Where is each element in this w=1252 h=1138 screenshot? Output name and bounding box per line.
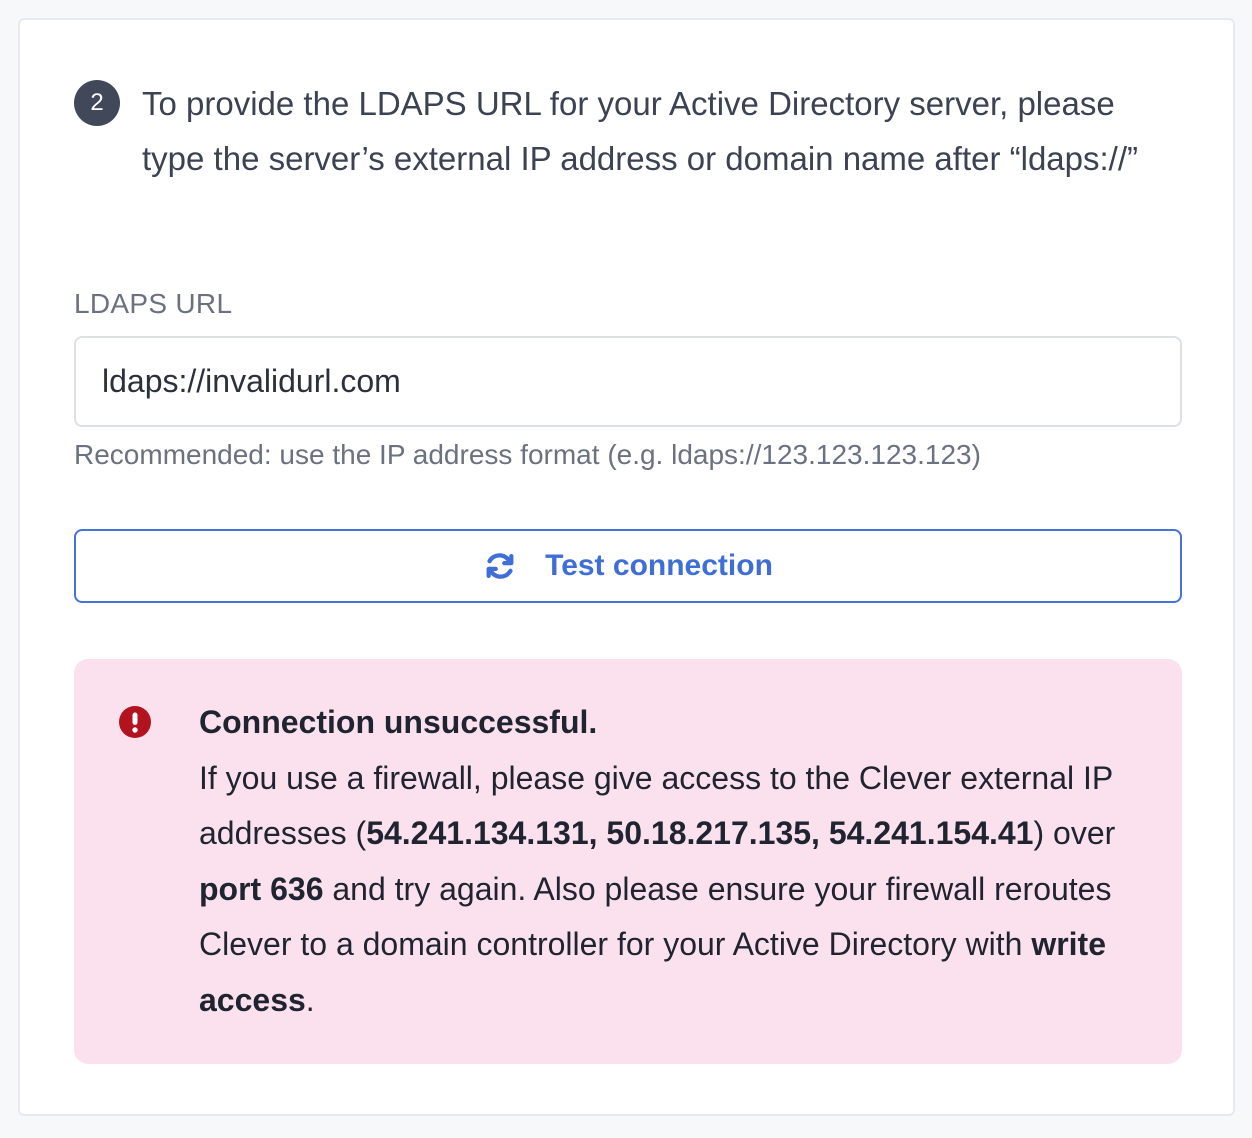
error-text-part2: ) over	[1033, 815, 1116, 851]
error-title: Connection unsuccessful.	[199, 704, 598, 740]
ldaps-url-helper-text: Recommended: use the IP address format (…	[74, 439, 981, 470]
step-number-badge: 2	[74, 80, 120, 126]
ldaps-url-input[interactable]	[74, 336, 1182, 427]
test-connection-label: Test connection	[545, 549, 773, 582]
error-port: port 636	[199, 870, 324, 907]
ldaps-url-label: LDAPS URL	[74, 288, 233, 319]
error-ip-addresses: 54.241.134.131, 50.18.217.135, 54.241.15…	[366, 815, 1034, 851]
error-message: Connection unsuccessful. If you use a fi…	[199, 695, 1159, 1028]
ldaps-setup-card: 2 To provide the LDAPS URL for your Acti…	[18, 18, 1235, 1116]
test-connection-button[interactable]: Test connection	[74, 529, 1182, 603]
exclamation-circle-icon	[119, 706, 151, 738]
step-row: 2 To provide the LDAPS URL for your Acti…	[74, 76, 1154, 186]
refresh-icon	[483, 549, 517, 583]
error-text-part4: .	[305, 981, 315, 1018]
error-text-part3: and try again. Also please ensure your f…	[199, 870, 1112, 963]
connection-error-alert: Connection unsuccessful. If you use a fi…	[74, 659, 1182, 1064]
step-instruction: To provide the LDAPS URL for your Active…	[142, 85, 1138, 177]
